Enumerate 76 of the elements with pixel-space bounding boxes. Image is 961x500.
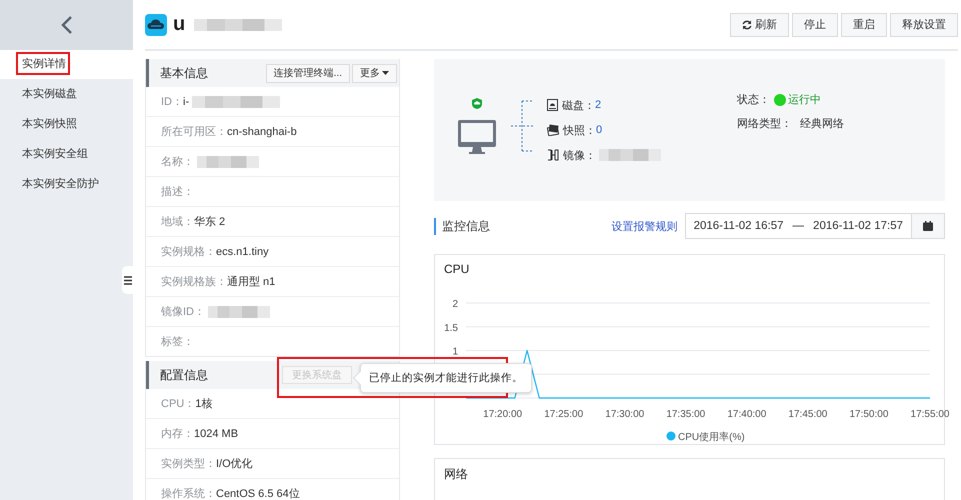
sidebar-item[interactable]: 实例详情 [0, 50, 133, 79]
x-tick-label: 17:40:00 [727, 409, 766, 420]
x-tick-label: 17:50:00 [849, 409, 888, 420]
calendar-icon [923, 221, 933, 231]
shield-icon [472, 98, 482, 109]
field-value: cn-shanghai-b [227, 126, 297, 138]
photos-icon [547, 124, 559, 136]
field-label: 内存： [161, 427, 194, 441]
x-tick-label: 17:25:00 [544, 409, 584, 420]
resource-label: 磁盘： [562, 98, 595, 112]
y-tick-label: 2 [452, 299, 458, 310]
field-label: 实例规格： [161, 244, 216, 259]
caret-icon [382, 71, 389, 75]
more-dropdown[interactable]: 更多 [352, 64, 397, 82]
refresh-icon [742, 20, 752, 30]
field-value: ecs.n1.tiny [216, 246, 269, 258]
sidebar-item[interactable]: 本实例安全防护 [0, 170, 133, 199]
menu-icon [124, 276, 132, 284]
tooltip-text: 已停止的实例才能进行此操作。 [369, 371, 523, 385]
alert-rules-link[interactable]: 设置报警规则 [612, 218, 678, 234]
field-label: 操作系统： [161, 486, 216, 500]
field-value: 1核 [195, 397, 212, 411]
field-label: 描述： [161, 185, 194, 199]
status-label: 状态： [737, 92, 770, 107]
field-value: i- [183, 96, 190, 108]
y-tick-label: 1.5 [444, 322, 458, 334]
action-button[interactable]: 释放设置 [890, 12, 958, 36]
field-label: ID： [161, 95, 183, 109]
action-button[interactable]: 重启 [841, 12, 887, 36]
field-label: 地域： [161, 215, 194, 229]
field-label: 标签： [161, 335, 194, 349]
x-tick-label: 17:35:00 [666, 409, 706, 420]
field-value: 华东 2 [194, 214, 226, 229]
connector-lines [511, 100, 533, 152]
network-type-value: 经典网络 [800, 117, 844, 131]
section-title: 配置信息 [160, 366, 208, 384]
sidebar-item[interactable]: 本实例磁盘 [0, 80, 133, 109]
connect-button[interactable]: 连接管理终端... [266, 64, 350, 82]
cloud-server-icon [145, 14, 167, 36]
field-value: 通用型 n1 [227, 274, 276, 289]
x-tick-label: 17:20:00 [483, 409, 522, 420]
network-type-label: 网络类型： [737, 117, 792, 131]
field-label: 实例类型： [161, 456, 216, 471]
field-value: CentOS 6.5 64位 [216, 487, 300, 500]
monitor-title: 监控信息 [434, 218, 490, 234]
section-title: 基本信息 [160, 64, 208, 82]
legend-dot [666, 432, 676, 440]
instance-title: u [173, 13, 186, 36]
field-label: 所在可用区： [161, 125, 227, 139]
field-value: 1024 MB [194, 428, 238, 440]
field-value: I/O优化 [216, 457, 253, 471]
sidebar-item[interactable]: 本实例安全组 [0, 140, 133, 169]
field-label: 实例规格族： [161, 274, 227, 289]
back-icon[interactable] [60, 16, 72, 34]
collapse-handle[interactable] [122, 266, 133, 294]
resource-count[interactable]: 0 [596, 124, 602, 136]
x-tick-label: 17:55:00 [910, 409, 950, 420]
legend-label[interactable]: CPU使用率(%) [678, 432, 745, 443]
monitor-icon [458, 120, 496, 154]
field-label: 镜像ID： [161, 305, 205, 319]
action-button[interactable]: 停止 [792, 12, 838, 36]
field-label: CPU： [161, 397, 196, 411]
y-tick-label: 1 [452, 346, 458, 358]
date-range-field[interactable]: 2016-11-02 16:57 — 2016-11-02 17:57 [684, 213, 911, 239]
resource-count[interactable]: 2 [595, 99, 602, 111]
sidebar-item[interactable]: 本实例快照 [0, 110, 133, 139]
status-value: 运行中 [788, 93, 821, 107]
resource-label: 快照： [563, 124, 596, 138]
field-label: 名称： [161, 155, 194, 169]
x-tick-label: 17:45:00 [788, 409, 828, 420]
chart-title: 网络 [444, 466, 468, 483]
refresh-button[interactable]: 刷新 [730, 12, 789, 36]
x-tick-label: 17:30:00 [605, 409, 644, 420]
calendar-button[interactable] [911, 213, 945, 239]
resource-label: 镜像： [563, 148, 596, 162]
chart-title: CPU [444, 262, 470, 276]
